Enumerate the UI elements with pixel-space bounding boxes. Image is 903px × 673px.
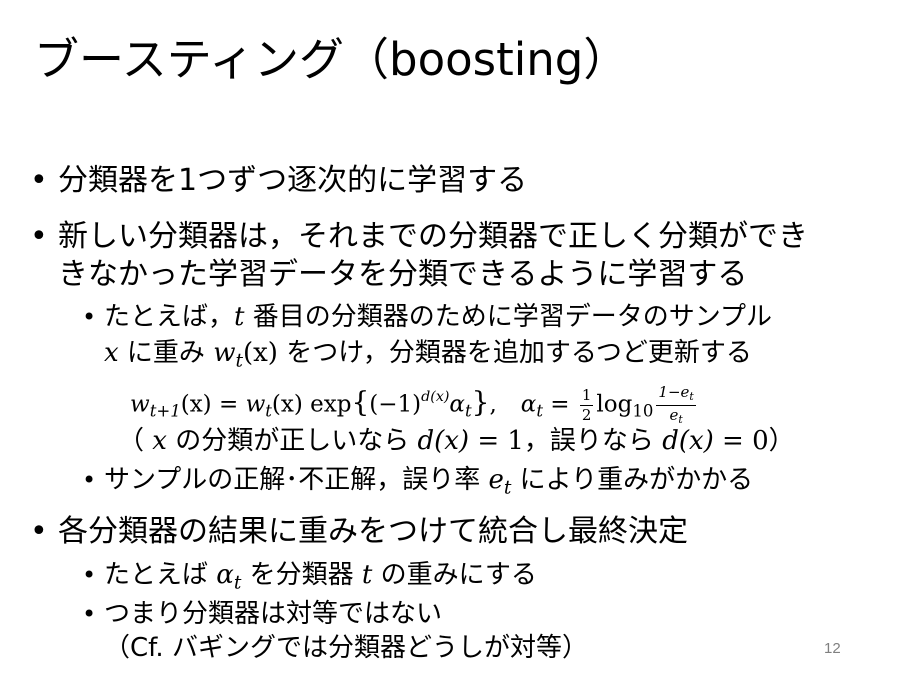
math-e: e — [488, 465, 504, 495]
sub-bullet-alpha-weight: たとえば αt を分類器 t の重みにする — [104, 557, 537, 602]
bullet-combine-weights: 各分類器の結果に重みをつけて統合し最終決定 — [58, 514, 688, 549]
math-sub: t — [265, 401, 272, 421]
text: に重み — [118, 338, 214, 368]
math-brace: } — [471, 385, 490, 419]
math-log: log — [596, 391, 633, 418]
bullet-marker: • — [30, 219, 48, 254]
math-args: (x) — [271, 391, 303, 418]
text: をつけ，分類器を追加するつど更新する — [277, 338, 752, 368]
math-sub: t — [464, 401, 472, 421]
math-fraction-error: 1−et et — [656, 383, 696, 426]
math-eq: = — [542, 391, 577, 418]
text: の重みにする — [372, 560, 537, 590]
math-alpha: α — [520, 391, 537, 418]
math-eq: = — [211, 391, 246, 418]
condition-line: （ x の分類が正しいなら d(x) = 1，誤りなら d(x) = 0） — [118, 423, 795, 459]
math-sub: 10 — [632, 401, 654, 421]
text: により重みがかかる — [511, 465, 754, 495]
math-sub-t: t — [235, 350, 243, 372]
math-args: (x) — [243, 338, 278, 368]
bullet-new-classifier-line1: 新しい分類器は，それまでの分類器で正しく分類ができ — [58, 219, 808, 254]
math-fraction-half: 12 — [579, 386, 594, 425]
math-brace: { — [351, 385, 370, 419]
sub-bullet-not-equal-line2: （Cf. バギングでは分類器どうしが対等） — [104, 633, 588, 663]
text: の分類が正しいなら — [166, 426, 418, 456]
text: ） — [768, 426, 795, 456]
math-d: d(x) — [662, 426, 714, 456]
math-args: (x) — [180, 391, 212, 418]
math-sub: t — [536, 401, 543, 421]
math-num: 1−et — [656, 383, 696, 407]
text: たとえば — [104, 560, 217, 590]
page-number: 12 — [824, 640, 841, 657]
math-d: d(x) — [417, 426, 470, 456]
sub-bullet-marker: • — [82, 600, 97, 628]
bullet-sequential-learning: 分類器を1つずつ逐次的に学習する — [58, 163, 528, 198]
text: （ — [118, 426, 153, 456]
math-num: 1 — [579, 386, 594, 407]
math-var-w: w — [213, 338, 236, 368]
math-var-t: t — [361, 560, 373, 590]
text: たとえば， — [104, 302, 235, 332]
math-sub: t+1 — [149, 401, 181, 421]
sub-bullet-marker: • — [82, 466, 97, 494]
math-w: w — [130, 391, 150, 418]
math-comma: , — [489, 391, 497, 418]
text: ，誤りなら — [523, 426, 663, 456]
math-sub: t — [689, 390, 694, 404]
math-eq: = 1 — [469, 426, 524, 456]
text: を分類器 — [241, 560, 362, 590]
math-neg-one: (−1) — [369, 391, 422, 418]
math-alpha: α — [449, 391, 465, 418]
text: 番目の分類器のために学習データのサンプル — [244, 302, 772, 332]
math-w: w — [245, 391, 266, 418]
math-alpha: α — [216, 560, 234, 590]
math-var-x: x — [104, 338, 119, 368]
math-text: 1−e — [658, 383, 690, 402]
bullet-marker: • — [30, 163, 48, 198]
sub-bullet-sample-weight-line1: たとえば，t 番目の分類器のために学習データのサンプル — [104, 299, 772, 335]
math-var-t: t — [234, 302, 245, 332]
text: サンプルの正解･不正解，誤り率 — [104, 465, 489, 495]
slide: ブースティング（boosting） • 分類器を1つずつ逐次的に学習する • 新… — [0, 0, 903, 673]
slide-title: ブースティング（boosting） — [34, 33, 629, 86]
math-eq: = 0 — [713, 426, 769, 456]
math-var-x: x — [152, 426, 167, 456]
bullet-marker: • — [30, 514, 48, 549]
sub-bullet-error-rate: サンプルの正解･不正解，誤り率 et により重みがかかる — [104, 462, 753, 507]
bullet-new-classifier-line2: きなかった学習データを分類できるように学習する — [58, 257, 748, 292]
math-exp: exp — [302, 391, 352, 418]
sub-bullet-marker: • — [82, 561, 97, 589]
sub-bullet-marker: • — [82, 303, 97, 331]
math-sup: d(x) — [421, 389, 450, 405]
math-den: 2 — [581, 406, 592, 425]
sub-bullet-not-equal-line1: つまり分類器は対等ではない — [104, 599, 443, 629]
